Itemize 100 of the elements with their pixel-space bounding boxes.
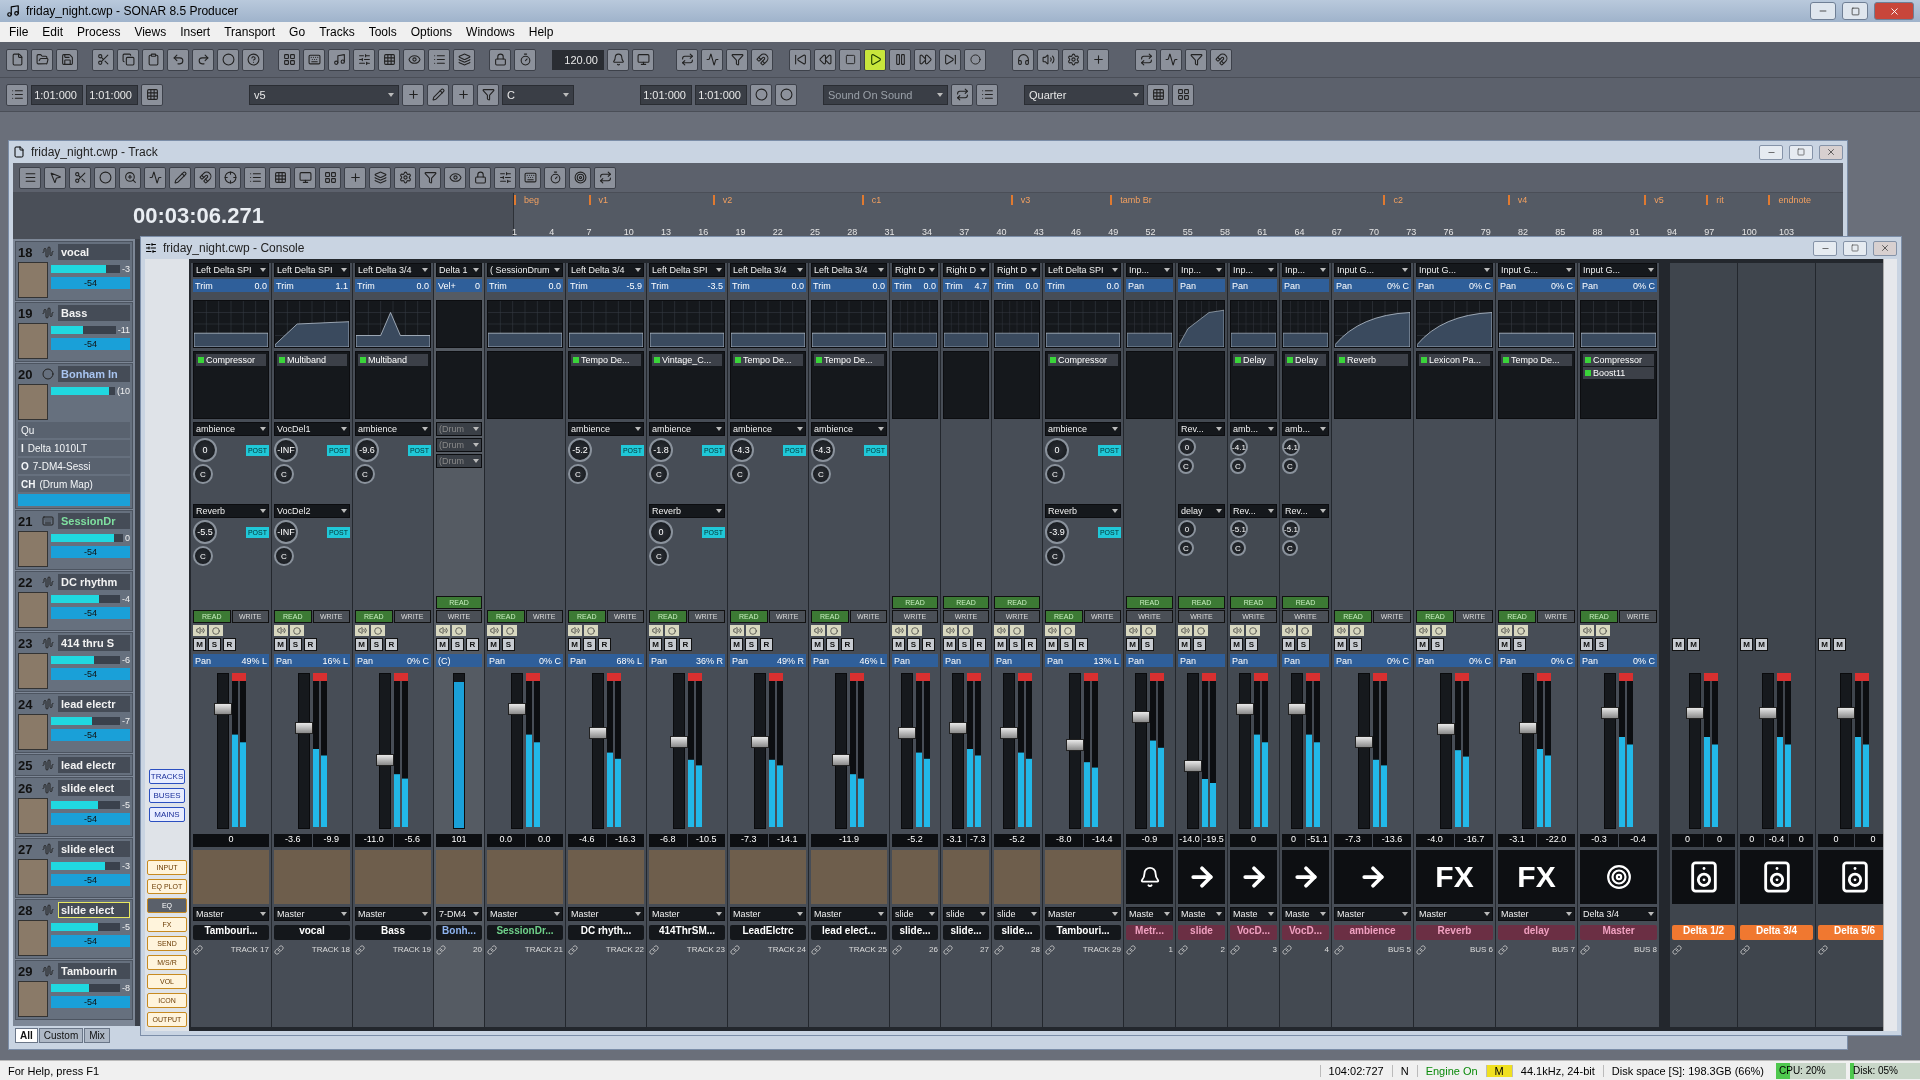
- punch-end-field[interactable]: 1:01:000: [695, 84, 747, 105]
- pan-field[interactable]: Pan: [1230, 654, 1277, 667]
- send-level-knob[interactable]: -9.6: [355, 438, 379, 462]
- track-name-field[interactable]: slide elect: [58, 902, 130, 918]
- pan-field[interactable]: Pan 0% C: [1334, 654, 1411, 667]
- strip-toggle-button[interactable]: R: [304, 638, 317, 651]
- output-dropdown[interactable]: Master: [568, 907, 644, 921]
- output-dropdown[interactable]: Master: [811, 907, 887, 921]
- pan-field[interactable]: Pan 0% C: [1580, 654, 1657, 667]
- trim-field[interactable]: Trim 0.0: [193, 279, 269, 292]
- trim-field[interactable]: Trim 4.7: [943, 279, 989, 292]
- selection-end-field[interactable]: 1:01:000: [86, 84, 138, 105]
- trim-field[interactable]: Trim 1.1: [274, 279, 350, 292]
- strip-name-label[interactable]: lead elect...: [811, 925, 887, 940]
- send-pan-knob[interactable]: C: [1178, 540, 1194, 556]
- output-dropdown[interactable]: Master: [487, 907, 563, 921]
- send-level-knob[interactable]: -4.1: [1282, 438, 1300, 456]
- strip-toggle-button[interactable]: M: [994, 638, 1007, 651]
- pan-field[interactable]: Pan 49% R: [730, 654, 806, 667]
- send-pan-knob[interactable]: C: [1230, 458, 1246, 474]
- strip-toggle-button[interactable]: R: [1024, 638, 1037, 651]
- send-pan-knob[interactable]: C: [193, 546, 213, 566]
- trim-field[interactable]: Trim 0.0: [994, 279, 1040, 292]
- output-dropdown[interactable]: Master: [1334, 907, 1411, 921]
- fx-slot[interactable]: Delay: [1285, 354, 1326, 366]
- trim-field[interactable]: Trim -5.9: [568, 279, 644, 292]
- output-dropdown[interactable]: Master: [1416, 907, 1493, 921]
- pan-field[interactable]: (C): [436, 654, 482, 667]
- pan-field[interactable]: Pan 68% L: [568, 654, 644, 667]
- pan-field[interactable]: Pan 36% R: [649, 654, 725, 667]
- trim-field[interactable]: Trim 0.0: [730, 279, 806, 292]
- fx-slot[interactable]: Lexicon Pa...: [1419, 354, 1490, 366]
- output-dropdown[interactable]: Master: [193, 907, 269, 921]
- menu-item[interactable]: Help: [521, 23, 561, 41]
- strip-toggle-button[interactable]: M: [274, 638, 287, 651]
- strip-toggle-button[interactable]: M: [1126, 638, 1139, 651]
- strip-toggle-button[interactable]: R: [385, 638, 398, 651]
- send-dropdown[interactable]: ambience: [1045, 422, 1121, 436]
- trim-field[interactable]: Pan: [1282, 279, 1329, 292]
- menu-item[interactable]: Edit: [35, 23, 71, 41]
- output-dropdown[interactable]: Maste: [1230, 907, 1277, 921]
- fx-slot[interactable]: Reverb: [1337, 354, 1408, 366]
- track-name-field[interactable]: Bonham In: [58, 366, 130, 382]
- send-dropdown[interactable]: VocDel1: [274, 422, 350, 436]
- send-dropdown[interactable]: ambience: [649, 422, 725, 436]
- strip-name-label[interactable]: LeadElctrc: [730, 925, 806, 940]
- fx-slot[interactable]: Boost11: [1583, 367, 1654, 379]
- record-mode-dropdown[interactable]: Sound On Sound: [823, 84, 948, 105]
- pan-field[interactable]: Pan: [1178, 654, 1225, 667]
- output-dropdown[interactable]: Master: [649, 907, 725, 921]
- send-dropdown[interactable]: Reverb: [649, 504, 725, 518]
- strip-toggle-button[interactable]: S: [1595, 638, 1608, 651]
- strip-toggle-button[interactable]: M: [1045, 638, 1058, 651]
- pan-field[interactable]: Pan 0% C: [1416, 654, 1493, 667]
- strip-toggle-button[interactable]: S: [1431, 638, 1444, 651]
- tempo-field[interactable]: 120.00: [552, 49, 604, 70]
- send-pan-knob[interactable]: C: [193, 464, 213, 484]
- strip-toggle-button[interactable]: S: [1193, 638, 1206, 651]
- send-level-knob[interactable]: 0: [1178, 520, 1196, 538]
- output-dropdown[interactable]: Master: [274, 907, 350, 921]
- trim-field[interactable]: Trim 0.0: [1045, 279, 1121, 292]
- input-dropdown[interactable]: Input G...: [1498, 263, 1575, 277]
- fx-slot[interactable]: Tempo De...: [814, 354, 884, 366]
- track-property-field[interactable]: O 7-DM4-Sessi: [18, 458, 130, 474]
- output-dropdown[interactable]: Master: [1045, 907, 1121, 921]
- menu-item[interactable]: Go: [282, 23, 313, 41]
- send-dropdown[interactable]: ambience: [730, 422, 806, 436]
- trim-field[interactable]: Trim -3.5: [649, 279, 725, 292]
- fx-slot[interactable]: Delay: [1233, 354, 1274, 366]
- track-property-field[interactable]: CH (Drum Map): [18, 476, 130, 492]
- send-dropdown[interactable]: Rev...: [1230, 504, 1277, 518]
- send-pan-knob[interactable]: C: [274, 464, 294, 484]
- pan-field[interactable]: Pan: [892, 654, 938, 667]
- trim-field[interactable]: Pan 0% C: [1580, 279, 1657, 292]
- input-dropdown[interactable]: Left Delta 3/4: [730, 263, 806, 277]
- send-level-knob[interactable]: -5.5: [193, 520, 217, 544]
- output-dropdown[interactable]: slide: [943, 907, 989, 921]
- punch-start-field[interactable]: 1:01:000: [640, 84, 692, 105]
- strip-toggle-button[interactable]: S: [664, 638, 677, 651]
- output-dropdown[interactable]: 7-DM4: [436, 907, 482, 921]
- strip-toggle-button[interactable]: M: [1416, 638, 1429, 651]
- input-dropdown[interactable]: Left Delta SPI: [193, 263, 269, 277]
- strip-name-label[interactable]: Metr...: [1126, 925, 1173, 940]
- send-level-knob[interactable]: -4.3: [811, 438, 835, 462]
- strip-toggle-button[interactable]: M: [436, 638, 449, 651]
- send-dropdown[interactable]: amb...: [1282, 422, 1329, 436]
- track-name-field[interactable]: vocal: [58, 244, 130, 260]
- strip-name-label[interactable]: ambience: [1334, 925, 1411, 940]
- strip-toggle-button[interactable]: M: [1818, 638, 1831, 651]
- strip-toggle-button[interactable]: S: [1060, 638, 1073, 651]
- strip-toggle-button[interactable]: M: [649, 638, 662, 651]
- strip-toggle-button[interactable]: R: [973, 638, 986, 651]
- strip-name-label[interactable]: Bonh...: [436, 925, 482, 940]
- input-dropdown[interactable]: Left Delta 3/4: [568, 263, 644, 277]
- strip-toggle-button[interactable]: S: [1349, 638, 1362, 651]
- strip-toggle-button[interactable]: M: [943, 638, 956, 651]
- menu-item[interactable]: Insert: [173, 23, 218, 41]
- trim-field[interactable]: Vel+ 0: [436, 279, 482, 292]
- strip-toggle-button[interactable]: S: [451, 638, 464, 651]
- track-name-field[interactable]: SessionDr: [58, 513, 130, 529]
